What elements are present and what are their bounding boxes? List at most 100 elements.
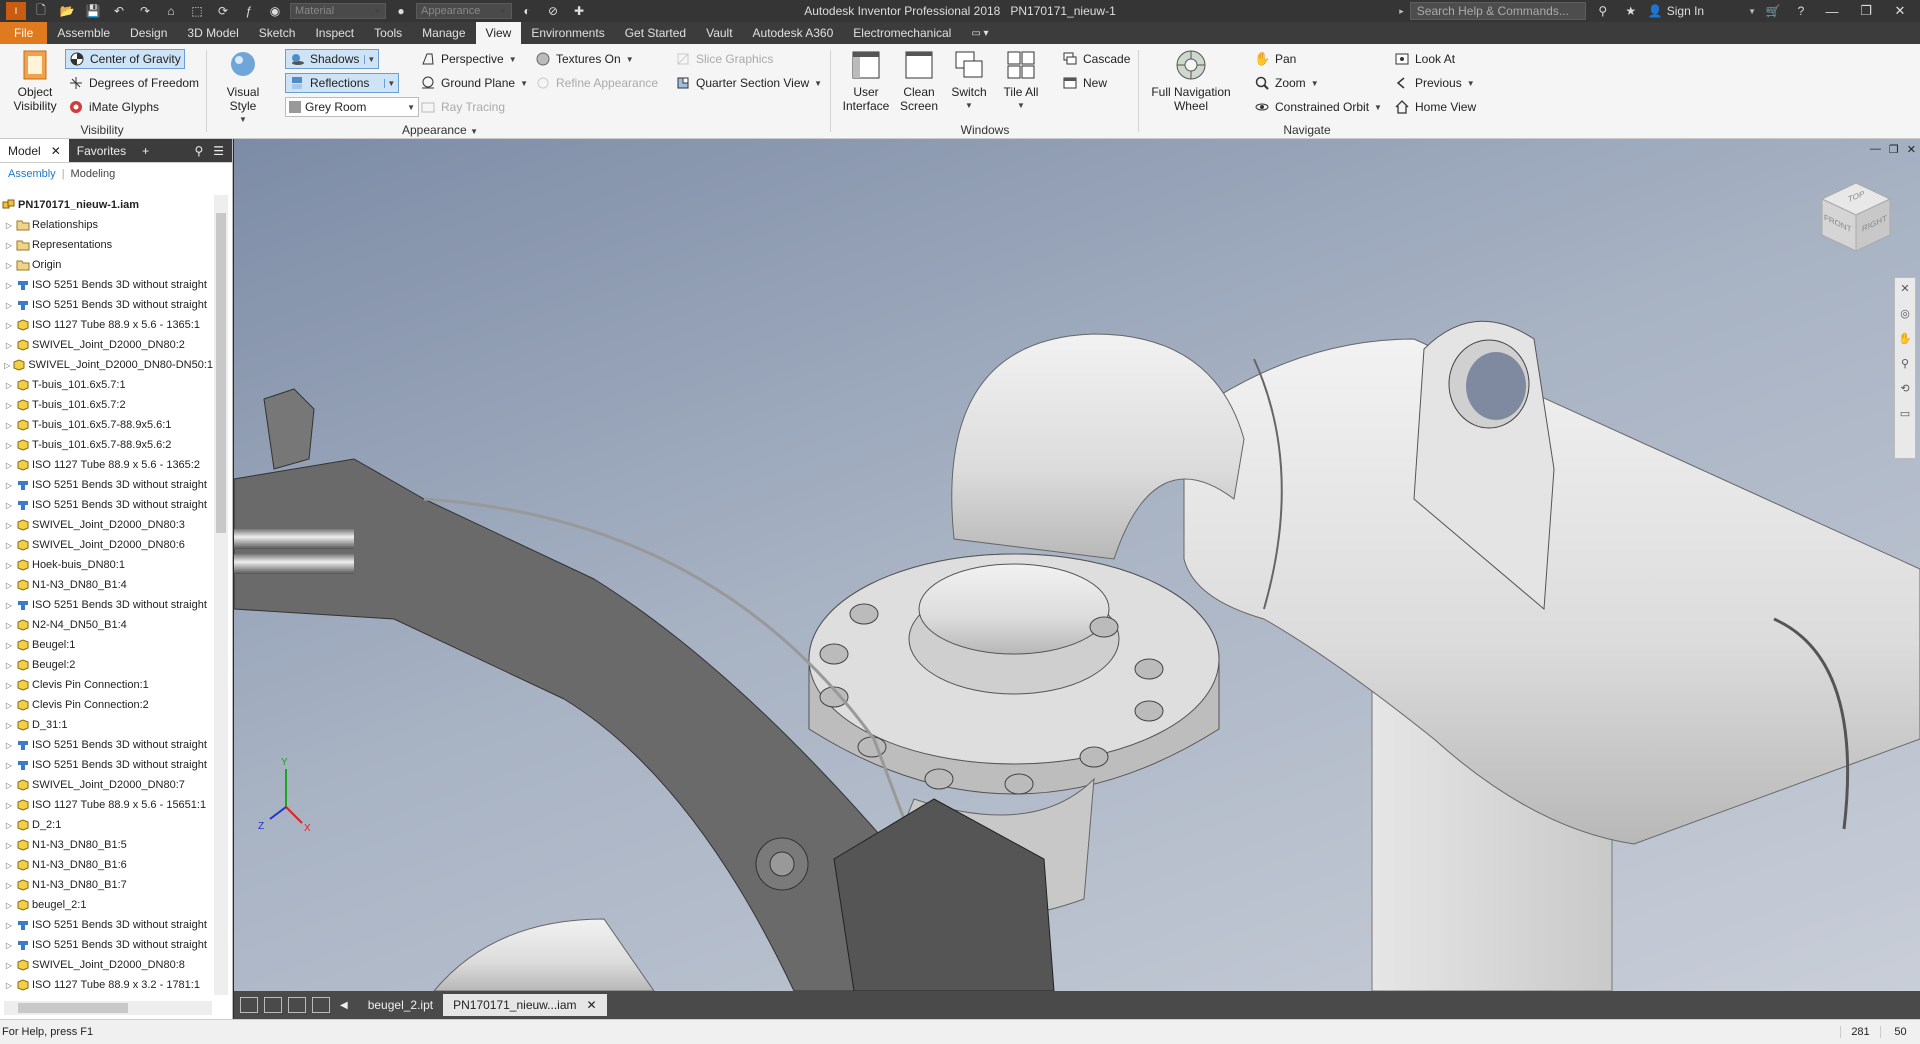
modeling-mode-button[interactable]: Modeling xyxy=(71,168,116,180)
expand-arrow-icon[interactable]: ▷ xyxy=(4,221,14,230)
tree-item[interactable]: ▷ T-buis_101.6x5.7:1 xyxy=(0,375,213,395)
star-icon[interactable]: ★ xyxy=(1620,2,1642,20)
tab-sketch[interactable]: Sketch xyxy=(249,22,306,44)
tab-electromechanical[interactable]: Electromechanical xyxy=(843,22,961,44)
refine-appearance-button[interactable]: Refine Appearance xyxy=(535,73,658,93)
expand-arrow-icon[interactable]: ▷ xyxy=(4,501,14,510)
tree-item[interactable]: ▷ N1-N3_DN80_B1:4 xyxy=(0,575,213,595)
tree-item[interactable]: ▷ ISO 5251 Bends 3D without straight xyxy=(0,935,213,955)
expand-arrow-icon[interactable]: ▷ xyxy=(4,521,14,530)
tile-horizontal-icon[interactable] xyxy=(288,997,306,1013)
expand-arrow-icon[interactable]: ▷ xyxy=(4,921,14,930)
shadows-dropdown-icon[interactable]: ▼ xyxy=(364,54,375,64)
textures-on-button[interactable]: Textures On ▼ xyxy=(535,49,634,69)
tab-vault[interactable]: Vault xyxy=(696,22,742,44)
imate-glyphs-button[interactable]: iMate Glyphs xyxy=(68,97,159,117)
close-icon[interactable]: ✕ xyxy=(51,144,61,158)
sign-in-button[interactable]: 👤 Sign In ▼ xyxy=(1648,4,1756,18)
expand-arrow-icon[interactable]: ▷ xyxy=(4,701,14,710)
tab-favorites[interactable]: Favorites + ⚲ ☰ xyxy=(68,139,232,162)
expand-arrow-icon[interactable]: ▷ xyxy=(4,821,14,830)
tree-item[interactable]: ▷ ISO 5251 Bends 3D without straight xyxy=(0,275,213,295)
help-icon[interactable]: ? xyxy=(1790,2,1812,20)
navbar-lookat-icon[interactable]: ▭ xyxy=(1900,407,1910,420)
undo-icon[interactable]: ↶ xyxy=(108,2,130,20)
tree-item[interactable]: ▷ Clevis Pin Connection:2 xyxy=(0,695,213,715)
expand-arrow-icon[interactable]: ▷ xyxy=(4,721,14,730)
expand-arrow-icon[interactable]: ▷ xyxy=(4,981,14,990)
zoom-button[interactable]: Zoom ▼ xyxy=(1254,73,1319,93)
expand-arrow-icon[interactable]: ▷ xyxy=(4,661,14,670)
reflections-button[interactable]: Reflections ▼ xyxy=(285,73,400,93)
tree-item[interactable]: ▷ ISO 1127 Tube 88.9 x 3.2 - 1781:1 xyxy=(0,975,213,995)
tree-item[interactable]: ▷ ISO 5251 Bends 3D without straight xyxy=(0,295,213,315)
expand-arrow-icon[interactable]: ▷ xyxy=(4,801,14,810)
tree-item[interactable]: ▷ SWIVEL_Joint_D2000_DN80:3 xyxy=(0,515,213,535)
clear-appearance-icon[interactable]: ⊘ xyxy=(542,2,564,20)
expand-arrow-icon[interactable]: ▷ xyxy=(4,941,14,950)
tile-all-button[interactable]: Tile All ▼ xyxy=(996,48,1046,113)
slice-graphics-button[interactable]: Slice Graphics xyxy=(675,49,773,69)
doc-tab-beugel[interactable]: beugel_2.ipt xyxy=(358,994,443,1016)
restore-button[interactable]: ❐ xyxy=(1852,0,1880,22)
ground-plane-button[interactable]: Ground Plane ▼ xyxy=(420,73,528,93)
tile-cascade-icon[interactable] xyxy=(240,997,258,1013)
tree-item[interactable]: ▷ ISO 1127 Tube 88.9 x 5.6 - 1365:2 xyxy=(0,455,213,475)
expand-arrow-icon[interactable]: ▷ xyxy=(4,881,14,890)
tab-environments[interactable]: Environments xyxy=(521,22,614,44)
tree-item[interactable]: ▷ Representations xyxy=(0,235,213,255)
home-icon[interactable]: ⌂ xyxy=(160,2,182,20)
tree-item[interactable]: ▷ Clevis Pin Connection:1 xyxy=(0,675,213,695)
expand-arrow-icon[interactable]: ▷ xyxy=(4,401,14,410)
tab-autodesk-a360[interactable]: Autodesk A360 xyxy=(743,22,844,44)
expand-arrow-icon[interactable]: ▷ xyxy=(4,301,14,310)
expand-arrow-icon[interactable]: ▷ xyxy=(4,561,14,570)
tree-item[interactable]: ▷ N2-N4_DN50_B1:4 xyxy=(0,615,213,635)
expand-arrow-icon[interactable]: ▷ xyxy=(4,621,14,630)
add-tab-icon[interactable]: + xyxy=(142,144,149,158)
open-folder-icon[interactable]: 📂 xyxy=(56,2,78,20)
expand-arrow-icon[interactable]: ▷ xyxy=(4,741,14,750)
environment-select[interactable]: Grey Room ▼ xyxy=(285,97,419,117)
binoculars-icon[interactable]: ⚲ xyxy=(1592,2,1614,20)
navbar-pan-icon[interactable]: ✋ xyxy=(1898,332,1912,345)
tree-item[interactable]: ▷ Origin xyxy=(0,255,213,275)
close-icon[interactable]: ✕ xyxy=(587,998,597,1012)
ribbon-options-icon[interactable]: ▭ ▾ xyxy=(961,22,998,44)
tree-item[interactable]: ▷ T-buis_101.6x5.7-88.9x5.6:2 xyxy=(0,435,213,455)
navbar-zoom-icon[interactable]: ⚲ xyxy=(1901,357,1909,370)
tree-root[interactable]: PN170171_nieuw-1.iam xyxy=(0,195,213,215)
close-button[interactable]: ✕ xyxy=(1886,0,1914,22)
look-at-button[interactable]: Look At xyxy=(1394,49,1455,69)
expand-arrow-icon[interactable]: ▷ xyxy=(4,541,14,550)
tab-manage[interactable]: Manage xyxy=(412,22,475,44)
shadows-button[interactable]: Shadows ▼ xyxy=(285,49,380,69)
expand-arrow-icon[interactable]: ▷ xyxy=(4,281,14,290)
clean-screen-button[interactable]: Clean Screen xyxy=(896,48,942,113)
tree-item[interactable]: ▷ ISO 5251 Bends 3D without straight xyxy=(0,755,213,775)
cascade-button[interactable]: Cascade xyxy=(1062,49,1130,69)
expand-arrow-icon[interactable]: ▷ xyxy=(4,861,14,870)
tab-inspect[interactable]: Inspect xyxy=(305,22,364,44)
tree-item[interactable]: ▷ Hoek-buis_DN80:1 xyxy=(0,555,213,575)
expand-arrow-icon[interactable]: ▷ xyxy=(4,781,14,790)
tab-file[interactable]: File xyxy=(0,22,48,44)
tree-item[interactable]: ▷ N1-N3_DN80_B1:5 xyxy=(0,835,213,855)
expand-arrow-icon[interactable]: ▷ xyxy=(4,481,14,490)
tile-vertical-icon[interactable] xyxy=(312,997,330,1013)
new-file-icon[interactable]: 🗋 xyxy=(30,2,52,20)
expand-arrow-icon[interactable]: ▷ xyxy=(4,961,14,970)
user-interface-button[interactable]: User Interface xyxy=(838,48,894,113)
browser-vertical-scrollbar[interactable] xyxy=(214,195,228,995)
tree-item[interactable]: ▷ ISO 5251 Bends 3D without straight xyxy=(0,915,213,935)
expand-arrow-icon[interactable]: ▷ xyxy=(4,341,14,350)
expand-arrow-icon[interactable]: ▷ xyxy=(4,321,14,330)
tab-model[interactable]: Model ✕ xyxy=(0,139,69,162)
home-view-button[interactable]: Home View xyxy=(1394,97,1476,117)
expand-arrow-icon[interactable]: ▷ xyxy=(4,381,14,390)
scroll-thumb[interactable] xyxy=(216,213,226,533)
tree-item[interactable]: ▷ Relationships xyxy=(0,215,213,235)
tab-get-started[interactable]: Get Started xyxy=(615,22,696,44)
expand-arrow-icon[interactable]: ▷ xyxy=(4,901,14,910)
perspective-button[interactable]: Perspective ▼ xyxy=(420,49,517,69)
